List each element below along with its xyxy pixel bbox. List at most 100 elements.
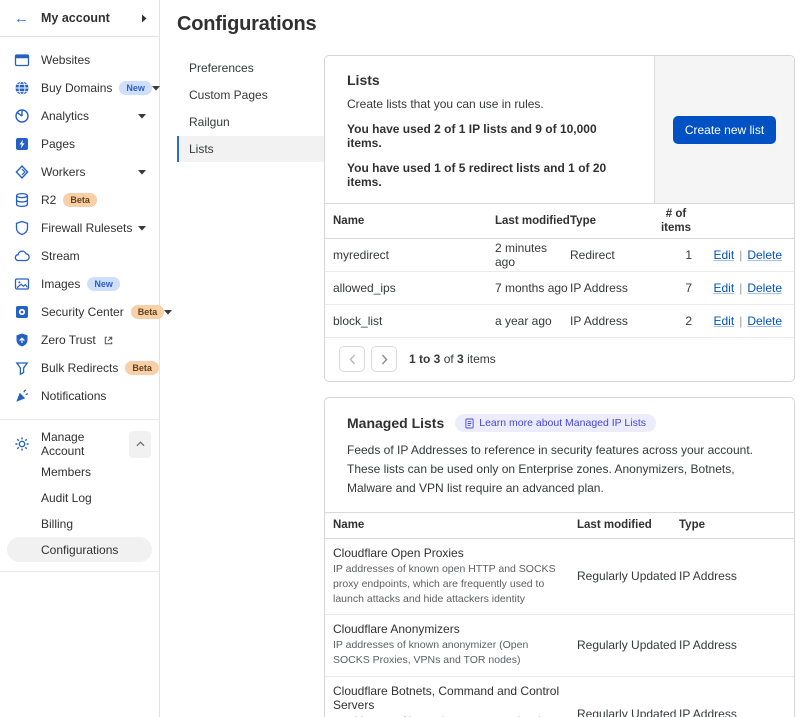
column-header-last-modified: Last modified — [577, 519, 679, 531]
table-row: allowed_ips 7 months ago IP Address 7 Ed… — [325, 272, 794, 305]
sidebar-item-label: R2 — [41, 193, 56, 207]
sidebar-item-analytics[interactable]: Analytics — [0, 102, 159, 130]
sidebar-item-label: Manage Account — [41, 430, 129, 458]
managed-list-description: IP addresses of known open HTTP and SOCK… — [333, 562, 567, 608]
create-new-list-button[interactable]: Create new list — [673, 116, 776, 144]
column-header-name: Name — [333, 519, 577, 531]
document-icon — [465, 418, 474, 429]
separator: | — [739, 281, 742, 295]
sidebar-item-label: Bulk Redirects — [41, 361, 118, 375]
zero-trust-icon — [14, 332, 30, 348]
learn-more-link[interactable]: Learn more about Managed IP Lists — [455, 414, 656, 432]
shield-icon — [14, 220, 30, 236]
sidebar-item-label: Analytics — [41, 109, 89, 123]
tab-railgun[interactable]: Railgun — [177, 109, 324, 135]
managed-list-last-modified: Regularly Updated — [577, 707, 679, 717]
sidebar-item-r2[interactable]: R2 Beta — [0, 186, 159, 214]
managed-list-name: Cloudflare Anonymizers — [333, 622, 567, 636]
list-last-modified: 2 minutes ago — [495, 241, 570, 269]
create-list-panel: Create new list — [654, 56, 794, 203]
column-header-last-modified: Last modified — [495, 215, 570, 227]
funnel-icon — [14, 360, 30, 376]
external-link-icon — [103, 335, 114, 346]
list-name: myredirect — [333, 248, 495, 262]
sidebar-item-security-center[interactable]: Security Center Beta — [0, 298, 159, 326]
sidebar-item-websites[interactable]: Websites — [0, 46, 159, 74]
sidebar-item-workers[interactable]: Workers — [0, 158, 159, 186]
managed-table-header: Name Last modified Type — [325, 512, 794, 539]
managed-list-description: IP addresses of known anonymizer (Open S… — [333, 638, 567, 668]
next-page-button[interactable] — [371, 346, 397, 372]
sidebar-item-bulk-redirects[interactable]: Bulk Redirects Beta — [0, 354, 159, 382]
edit-link[interactable]: Edit — [714, 281, 735, 295]
list-type: Redirect — [570, 248, 655, 262]
pagination: 1 to 3 of 3 items — [325, 338, 794, 381]
list-name: allowed_ips — [333, 281, 495, 295]
sidebar-item-label: Pages — [41, 137, 75, 151]
list-name: block_list — [333, 314, 495, 328]
browser-icon — [14, 52, 30, 68]
tab-preferences[interactable]: Preferences — [177, 55, 324, 81]
sidebar-item-label: Buy Domains — [41, 81, 112, 95]
sidebar-item-label: Firewall Rulesets — [41, 221, 132, 235]
sidebar-item-stream[interactable]: Stream — [0, 242, 159, 270]
collapse-section-button[interactable] — [129, 431, 151, 458]
sidebar-item-billing[interactable]: Billing — [7, 511, 152, 536]
tab-lists[interactable]: Lists — [177, 136, 324, 162]
sidebar-item-buy-domains[interactable]: Buy Domains New — [0, 74, 159, 102]
sidebar-subitem-label: Billing — [41, 517, 73, 531]
sidebar-item-zero-trust[interactable]: Zero Trust — [0, 326, 159, 354]
pie-chart-icon — [14, 108, 30, 124]
lists-table-header: Name Last modified Type # of items — [325, 204, 794, 239]
column-header-type: Type — [570, 215, 655, 227]
lists-card-description: Create lists that you can use in rules. — [347, 97, 632, 111]
sidebar-item-manage-account[interactable]: Manage Account — [0, 429, 159, 459]
chevron-down-icon — [152, 86, 160, 91]
managed-list-name: Cloudflare Botnets, Command and Control … — [333, 684, 567, 712]
sidebar-back-header[interactable]: ← My account — [0, 0, 159, 37]
delete-link[interactable]: Delete — [747, 248, 782, 262]
lists-card-title: Lists — [347, 72, 632, 88]
tab-custom-pages[interactable]: Custom Pages — [177, 82, 324, 108]
sidebar-item-members[interactable]: Members — [7, 459, 152, 484]
tab-label: Railgun — [189, 115, 230, 129]
learn-more-label: Learn more about Managed IP Lists — [479, 417, 646, 429]
table-row: Cloudflare Anonymizers IP addresses of k… — [325, 615, 794, 676]
sidebar-item-label: Images — [41, 277, 80, 291]
sidebar-item-configurations[interactable]: Configurations — [7, 537, 152, 562]
sidebar-subitem-label: Audit Log — [41, 491, 92, 505]
delete-link[interactable]: Delete — [747, 314, 782, 328]
list-item-count: 7 — [655, 281, 697, 295]
database-icon — [14, 192, 30, 208]
previous-page-button[interactable] — [339, 346, 365, 372]
workers-icon — [14, 164, 30, 180]
page-title: Configurations — [177, 13, 795, 36]
sidebar-item-audit-log[interactable]: Audit Log — [7, 485, 152, 510]
ip-lists-usage: You have used 2 of 1 IP lists and 9 of 1… — [347, 122, 632, 150]
separator: | — [739, 248, 742, 262]
back-arrow-icon[interactable]: ← — [14, 11, 29, 26]
edit-link[interactable]: Edit — [714, 248, 735, 262]
sidebar-item-firewall-rulesets[interactable]: Firewall Rulesets — [0, 214, 159, 242]
sidebar-item-label: Notifications — [41, 389, 106, 403]
sidebar-item-pages[interactable]: Pages — [0, 130, 159, 158]
managed-lists-description: Feeds of IP Addresses to reference in se… — [347, 441, 772, 499]
sidebar-item-images[interactable]: Images New — [0, 270, 159, 298]
tab-label: Custom Pages — [189, 88, 268, 102]
sidebar-item-label: Websites — [41, 53, 90, 67]
beta-badge: Beta — [63, 193, 97, 208]
list-type: IP Address — [570, 281, 655, 295]
managed-lists-title: Managed Lists — [347, 415, 444, 431]
pagination-status: 1 to 3 of 3 items — [409, 352, 496, 366]
edit-link[interactable]: Edit — [714, 314, 735, 328]
image-icon — [14, 276, 30, 292]
tab-label: Preferences — [189, 61, 254, 75]
sidebar-divider — [0, 571, 159, 572]
sidebar-subitem-label: Members — [41, 465, 91, 479]
sidebar-item-notifications[interactable]: Notifications — [0, 382, 159, 410]
delete-link[interactable]: Delete — [747, 281, 782, 295]
sidebar-nav: Websites Buy Domains New Analytics — [0, 37, 159, 410]
sidebar-item-label: Workers — [41, 165, 85, 179]
main-content: Configurations Preferences Custom Pages … — [160, 0, 800, 717]
column-header-name: Name — [333, 215, 495, 227]
